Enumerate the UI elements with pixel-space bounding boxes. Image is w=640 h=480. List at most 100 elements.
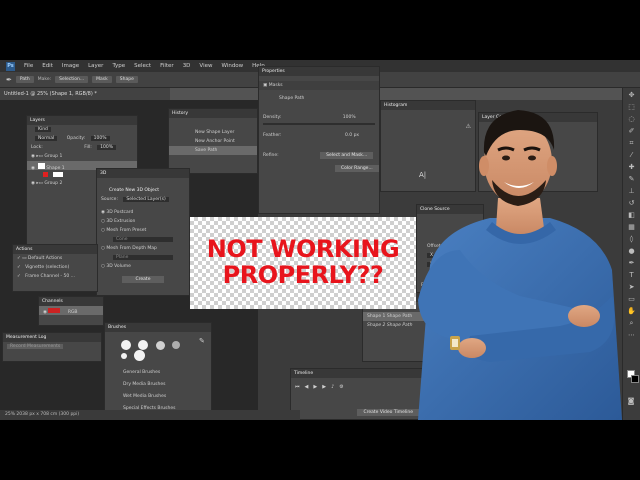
path-select-tool-icon[interactable]: ➤ (627, 283, 637, 291)
preset-select[interactable]: Cone (113, 237, 173, 242)
selection-button[interactable]: Selection... (55, 76, 89, 83)
brush-preset[interactable] (172, 341, 181, 349)
menu-file[interactable]: File (24, 63, 33, 69)
record-measurements-button[interactable]: Record Measurements (7, 344, 64, 349)
check-icon[interactable]: ✓ (17, 256, 21, 261)
option-3d-postcard[interactable]: ◉ 3D Postcard (97, 208, 189, 217)
headline-line-1: NOT WORKING (206, 235, 400, 263)
type-tool-icon[interactable]: T (627, 271, 637, 279)
first-frame-icon[interactable]: ⏮ (295, 384, 305, 390)
pen-tool-icon[interactable]: ✒ (6, 76, 12, 84)
layer-kind-filter[interactable]: Kind (35, 127, 51, 132)
document-tab[interactable]: Untitled-1 @ 25% (Shape 1, RGB/8) * (0, 88, 170, 100)
brush-preset[interactable] (134, 350, 146, 361)
brush-tool-icon[interactable]: ✎ (627, 175, 637, 183)
check-icon[interactable]: ✓ (17, 265, 21, 270)
zoom-tool-icon[interactable]: ⌕ (627, 319, 637, 327)
opacity-input[interactable]: 100% (90, 136, 110, 141)
shape-path-item[interactable]: Shape Path (259, 94, 379, 103)
brush-group[interactable]: Dry Media Brushes (105, 380, 211, 389)
settings-icon[interactable]: ⚙ (339, 384, 348, 390)
mask-button[interactable]: Mask (92, 76, 112, 83)
move-tool-icon[interactable]: ✥ (627, 91, 637, 99)
history-item[interactable]: Save Path (169, 146, 257, 155)
pen-tool-icon[interactable]: ✒ (627, 259, 637, 267)
menu-filter[interactable]: Filter (160, 63, 174, 69)
select-and-mask-button[interactable]: Select and Mask... (320, 152, 374, 159)
quick-select-tool-icon[interactable]: ✐ (627, 127, 637, 135)
option-3d-extrusion[interactable]: ○ 3D Extrusion (97, 217, 189, 226)
right-hand (458, 338, 486, 358)
refine-label: Refine: (263, 153, 279, 158)
eye-icon[interactable]: ◉ (31, 181, 35, 186)
feather-value[interactable]: 0.0 px (345, 133, 359, 138)
menu-image[interactable]: Image (62, 63, 79, 69)
folder-icon: ▭ (22, 256, 27, 261)
crop-tool-icon[interactable]: ⌗ (627, 139, 637, 147)
brush-tip-icon[interactable]: ✎ (199, 337, 205, 345)
brush-preset[interactable] (121, 340, 131, 350)
quick-mask-icon[interactable]: ◙ (626, 397, 636, 405)
left-hand (568, 305, 600, 327)
density-slider[interactable] (263, 123, 375, 125)
menu-type[interactable]: Type (112, 63, 125, 69)
make-label: Make: (37, 77, 52, 82)
action-item[interactable]: ✓ Frame Channel - 50 ... (13, 272, 97, 281)
menu-edit[interactable]: Edit (42, 63, 53, 69)
eye-icon[interactable]: ◉ (31, 154, 35, 159)
source-select[interactable]: Selected Layer(s) (123, 197, 169, 202)
menu-select[interactable]: Select (134, 63, 151, 69)
radio-icon[interactable]: ○ (101, 219, 105, 224)
history-brush-tool-icon[interactable]: ↺ (627, 199, 637, 207)
next-frame-icon[interactable]: ▶ (322, 384, 331, 390)
eyedropper-tool-icon[interactable]: ⁄ (627, 151, 637, 159)
dodge-tool-icon[interactable]: ● (627, 247, 637, 255)
layer-row[interactable]: ◉ ▸▭ Group 1 (27, 152, 137, 161)
depth-map-select[interactable]: Plane (113, 255, 173, 260)
more-tools-icon[interactable]: ⋯ (627, 331, 637, 339)
play-icon[interactable]: ▶ (313, 384, 322, 390)
menu-layer[interactable]: Layer (88, 63, 103, 69)
density-value[interactable]: 100% (343, 115, 356, 120)
action-item[interactable]: ✓ ▭ Default Actions (13, 254, 97, 263)
blend-mode-select[interactable]: Normal (35, 136, 58, 141)
history-item[interactable]: New Shape Layer (169, 128, 257, 137)
eraser-tool-icon[interactable]: ◧ (627, 211, 637, 219)
brush-preset[interactable] (121, 352, 127, 359)
radio-icon[interactable]: ○ (101, 264, 105, 269)
history-item[interactable]: New Anchor Point (169, 137, 257, 146)
density-label: Density: (263, 115, 282, 120)
fill-input[interactable]: 100% (97, 145, 117, 150)
gradient-tool-icon[interactable]: ▦ (627, 223, 637, 231)
option-mesh-from-depth-map[interactable]: ○ Mesh From Depth Map (97, 244, 189, 253)
menu-3d[interactable]: 3D (183, 63, 191, 69)
option-3d-volume[interactable]: ○ 3D Volume (97, 262, 189, 271)
menu-window[interactable]: Window (221, 63, 243, 69)
shape-tool-icon[interactable]: ▭ (627, 295, 637, 303)
stamp-tool-icon[interactable]: ⊥ (627, 187, 637, 195)
eye-icon[interactable]: ◉ (31, 166, 35, 171)
check-icon[interactable]: ✓ (17, 274, 21, 279)
marquee-tool-icon[interactable]: ⬚ (627, 103, 637, 111)
lasso-tool-icon[interactable]: ◌ (627, 115, 637, 123)
action-item[interactable]: ✓ Vignette (selection) (13, 263, 97, 272)
channel-rgb[interactable]: ◉ RGB (39, 306, 103, 315)
radio-selected-icon[interactable]: ◉ (101, 210, 105, 215)
brush-preset[interactable] (155, 340, 165, 350)
menu-view[interactable]: View (199, 63, 212, 69)
brush-group[interactable]: General Brushes (105, 368, 211, 377)
create-3d-button[interactable]: Create (121, 276, 165, 283)
healing-tool-icon[interactable]: ✚ (627, 163, 637, 171)
eye-icon[interactable]: ◉ (43, 310, 47, 315)
color-range-button[interactable]: Color Range... (335, 165, 379, 172)
radio-icon[interactable]: ○ (101, 246, 105, 251)
brush-preset[interactable] (138, 340, 149, 350)
blur-tool-icon[interactable]: ◊ (627, 235, 637, 243)
mode-dropdown[interactable]: Path (15, 76, 34, 83)
hand-tool-icon[interactable]: ✋ (627, 307, 637, 315)
background-color-swatch[interactable] (631, 375, 639, 383)
shape-button[interactable]: Shape (115, 76, 138, 83)
radio-icon[interactable]: ○ (101, 228, 105, 233)
brush-group[interactable]: Wet Media Brushes (105, 392, 211, 401)
option-mesh-from-preset[interactable]: ○ Mesh From Preset (97, 226, 189, 235)
